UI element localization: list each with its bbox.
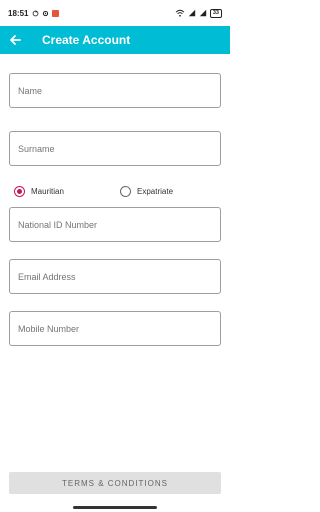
notification-icons xyxy=(32,9,60,17)
national-id-placeholder: National ID Number xyxy=(18,219,98,230)
surname-field[interactable]: Surname xyxy=(9,131,221,166)
app-bar: Create Account xyxy=(0,26,230,54)
surname-placeholder: Surname xyxy=(18,143,55,154)
home-indicator xyxy=(73,506,157,509)
radio-unchecked-icon xyxy=(120,185,131,197)
signal-icon xyxy=(188,9,196,17)
national-id-field[interactable]: National ID Number xyxy=(9,207,221,242)
name-placeholder: Name xyxy=(18,85,43,96)
radio-checked-icon xyxy=(14,185,25,197)
system-icons: 33 xyxy=(175,8,222,18)
status-bar: 18:51 33 xyxy=(0,0,230,26)
arrow-left-icon xyxy=(10,35,21,45)
battery-indicator: 33 xyxy=(209,8,222,18)
wifi-icon xyxy=(175,9,185,17)
email-field[interactable]: Email Address xyxy=(9,259,221,294)
residency-radio-group: Mauritian Expatriate xyxy=(14,183,214,199)
status-time: 18:51 xyxy=(8,8,29,18)
name-field[interactable]: Name xyxy=(9,73,221,108)
back-button[interactable] xyxy=(0,26,30,54)
page-title: Create Account xyxy=(42,33,131,47)
email-placeholder: Email Address xyxy=(18,271,76,282)
settings-icon xyxy=(43,10,49,16)
radio-mauritian-label: Mauritian xyxy=(31,186,64,196)
terms-conditions-button[interactable]: TERMS & CONDITIONS xyxy=(9,472,221,494)
mobile-placeholder: Mobile Number xyxy=(18,323,80,334)
mobile-field[interactable]: Mobile Number xyxy=(9,311,221,346)
sync-icon xyxy=(33,9,39,16)
radio-expatriate-label: Expatriate xyxy=(137,186,174,196)
app-notification-icon xyxy=(52,9,60,17)
radio-expatriate[interactable]: Expatriate xyxy=(120,185,174,197)
radio-mauritian[interactable]: Mauritian xyxy=(14,185,64,197)
signal-icon-2 xyxy=(199,9,207,17)
